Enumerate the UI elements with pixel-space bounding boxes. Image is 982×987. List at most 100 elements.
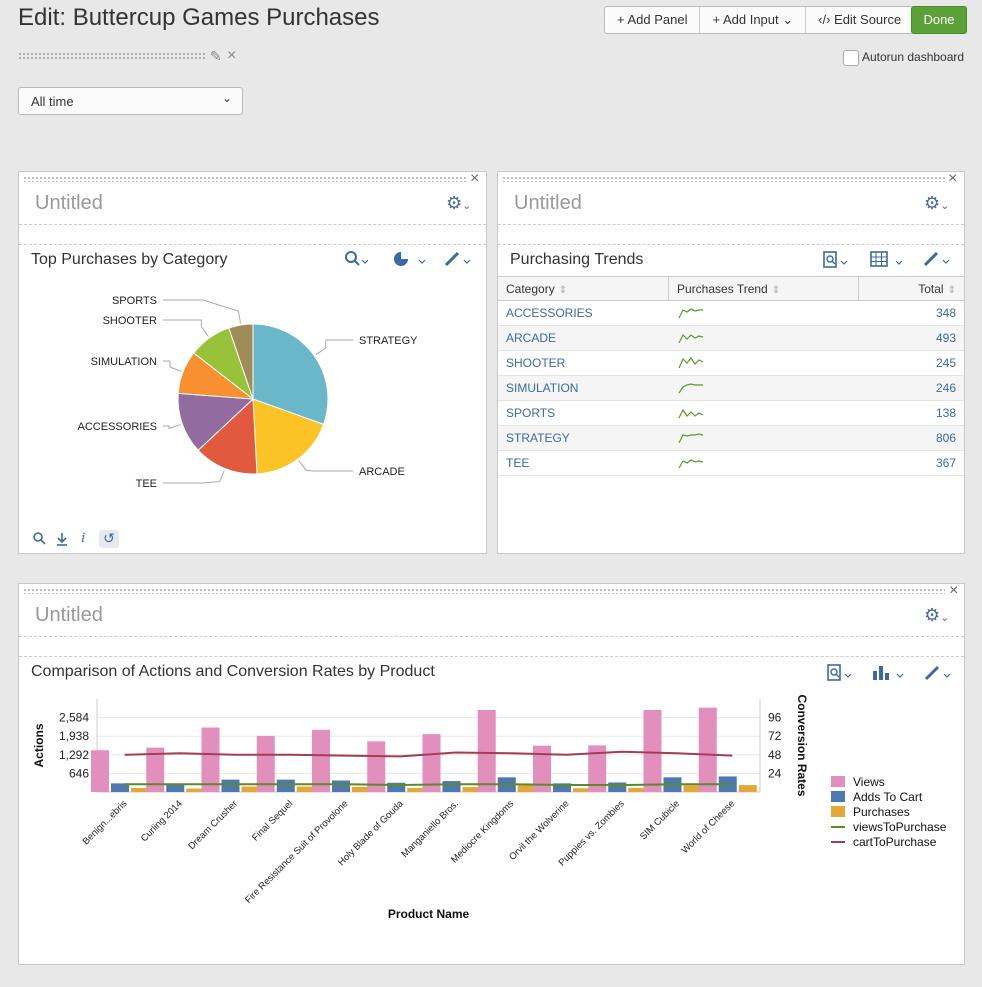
- table-row[interactable]: SPORTS 138: [498, 400, 964, 426]
- total-cell[interactable]: 367: [858, 450, 964, 476]
- pencil-icon[interactable]: ✎: [210, 48, 222, 65]
- viz-title: Purchasing Trends: [510, 251, 644, 268]
- column-header-trend[interactable]: Purchases Trend ⇕: [668, 276, 859, 301]
- x-tick-label: Curling 2014: [139, 798, 185, 844]
- legend-swatch: [831, 776, 845, 787]
- category-cell[interactable]: SPORTS: [498, 400, 669, 426]
- download-icon[interactable]: [55, 532, 69, 550]
- time-range-picker[interactable]: All time ⌄: [18, 87, 243, 115]
- panel-drag-handle[interactable]: [23, 588, 945, 594]
- column-header-total[interactable]: Total ⇕: [858, 276, 964, 301]
- total-cell[interactable]: 806: [858, 425, 964, 451]
- panel-drag-handle[interactable]: [502, 176, 946, 182]
- table-row[interactable]: ACCESSORIES 348: [498, 300, 964, 326]
- inspect-icon[interactable]: [827, 664, 855, 686]
- total-cell[interactable]: 348: [858, 300, 964, 326]
- bar-adds-to-cart[interactable]: [442, 781, 461, 792]
- bar-adds-to-cart[interactable]: [166, 784, 185, 792]
- category-cell[interactable]: SHOOTER: [498, 350, 669, 376]
- sparkline: [677, 408, 703, 418]
- legend-item[interactable]: viewsToPurchase: [853, 820, 946, 834]
- bar-adds-to-cart[interactable]: [332, 780, 350, 792]
- sparkline-cell: [668, 375, 859, 401]
- add-input-button[interactable]: + Add Input ⌄: [700, 7, 807, 33]
- info-icon[interactable]: i: [81, 530, 85, 547]
- add-panel-button[interactable]: + Add Panel: [605, 7, 701, 33]
- bar-adds-to-cart[interactable]: [221, 779, 240, 792]
- panel-actions-comparison: × Untitled ⚙⌄ Comparison of Actions and …: [18, 582, 965, 965]
- total-cell[interactable]: 246: [858, 375, 964, 401]
- pie-leader-line: [163, 470, 225, 484]
- divider: [19, 656, 964, 657]
- done-button[interactable]: Done: [911, 6, 967, 34]
- bar-views[interactable]: [643, 709, 662, 792]
- table-row[interactable]: SHOOTER 245: [498, 350, 964, 376]
- bar-views[interactable]: [201, 727, 220, 792]
- panel-title[interactable]: Untitled: [514, 192, 582, 215]
- sparkline: [677, 307, 703, 318]
- bar-views[interactable]: [698, 707, 717, 792]
- bar-views[interactable]: [91, 750, 109, 792]
- bar-adds-to-cart[interactable]: [608, 782, 627, 792]
- close-icon[interactable]: ×: [949, 582, 958, 600]
- legend-item[interactable]: Purchases: [853, 805, 910, 819]
- bar-views[interactable]: [477, 709, 496, 792]
- autorun-checkbox[interactable]: [843, 50, 859, 66]
- x-tick-label: SIM Cubicle: [638, 798, 682, 842]
- search-icon[interactable]: [33, 532, 47, 549]
- pie-chart-icon[interactable]: [392, 250, 428, 272]
- paintbrush-icon[interactable]: [922, 250, 954, 272]
- pie-leader-line: [315, 339, 353, 356]
- drag-handle[interactable]: [18, 52, 206, 60]
- paintbrush-icon[interactable]: [923, 664, 955, 686]
- category-cell[interactable]: STRATEGY: [498, 425, 669, 451]
- gear-icon[interactable]: ⚙⌄: [446, 193, 471, 214]
- bar-views[interactable]: [422, 734, 441, 792]
- sparkline: [677, 432, 703, 443]
- category-cell[interactable]: ARCADE: [498, 325, 669, 351]
- total-cell[interactable]: 493: [858, 325, 964, 351]
- gear-icon[interactable]: ⚙⌄: [924, 605, 949, 626]
- gear-icon[interactable]: ⚙⌄: [924, 193, 949, 214]
- total-cell[interactable]: 138: [858, 400, 964, 426]
- category-cell[interactable]: SIMULATION: [498, 375, 669, 401]
- line-viewsToPurchase[interactable]: [124, 783, 733, 787]
- panel-drag-handle[interactable]: [23, 176, 467, 182]
- legend-item[interactable]: Views: [853, 775, 885, 789]
- category-cell[interactable]: ACCESSORIES: [498, 300, 669, 326]
- bar-adds-to-cart[interactable]: [276, 779, 295, 792]
- search-icon[interactable]: [344, 250, 369, 272]
- refresh-icon[interactable]: ↺: [99, 530, 119, 548]
- sparkline-cell: [668, 350, 859, 376]
- x-tick-label: Fire Resistance Suit of Provolone: [243, 798, 350, 905]
- column-header-category[interactable]: Category ⇕: [498, 276, 669, 301]
- table-row[interactable]: ARCADE 493: [498, 325, 964, 351]
- sparkline: [677, 356, 703, 368]
- close-icon[interactable]: ×: [948, 170, 957, 188]
- table-row[interactable]: SIMULATION 246: [498, 375, 964, 401]
- legend-item[interactable]: Adds To Cart: [853, 790, 922, 804]
- bar-views[interactable]: [312, 729, 330, 792]
- combo-chart: 646 1,292 1,938 2,584 24 48 72 96 Benign...ebris…: [32, 694, 809, 921]
- table-icon[interactable]: [870, 251, 908, 273]
- paintbrush-icon[interactable]: [443, 250, 475, 272]
- close-icon[interactable]: ×: [470, 170, 479, 188]
- category-cell[interactable]: TEE: [498, 450, 669, 476]
- bar-chart-icon[interactable]: [872, 664, 908, 686]
- bar-purchases[interactable]: [738, 785, 757, 792]
- total-cell[interactable]: 245: [858, 350, 964, 376]
- edit-source-button[interactable]: ‹/› Edit Source: [806, 7, 913, 33]
- pie-leader-line: [163, 424, 181, 430]
- y2-axis-title: Conversion Rates: [795, 694, 809, 796]
- legend-item[interactable]: cartToPurchase: [853, 835, 936, 849]
- divider: [498, 224, 964, 225]
- inspect-icon[interactable]: [823, 251, 851, 273]
- y-tick-label: 1,938: [59, 729, 89, 743]
- panel-title[interactable]: Untitled: [35, 604, 103, 627]
- table-row[interactable]: TEE 367: [498, 450, 964, 476]
- pie-chart: STRATEGY ARCADE TEE ACCESSORIES SIMULATION SH…: [78, 295, 419, 490]
- close-icon[interactable]: ×: [227, 47, 236, 65]
- chart-legend: Views Adds To Cart Purchases viewsToPurchas…: [831, 775, 961, 856]
- table-row[interactable]: STRATEGY 806: [498, 425, 964, 451]
- panel-title[interactable]: Untitled: [35, 192, 103, 215]
